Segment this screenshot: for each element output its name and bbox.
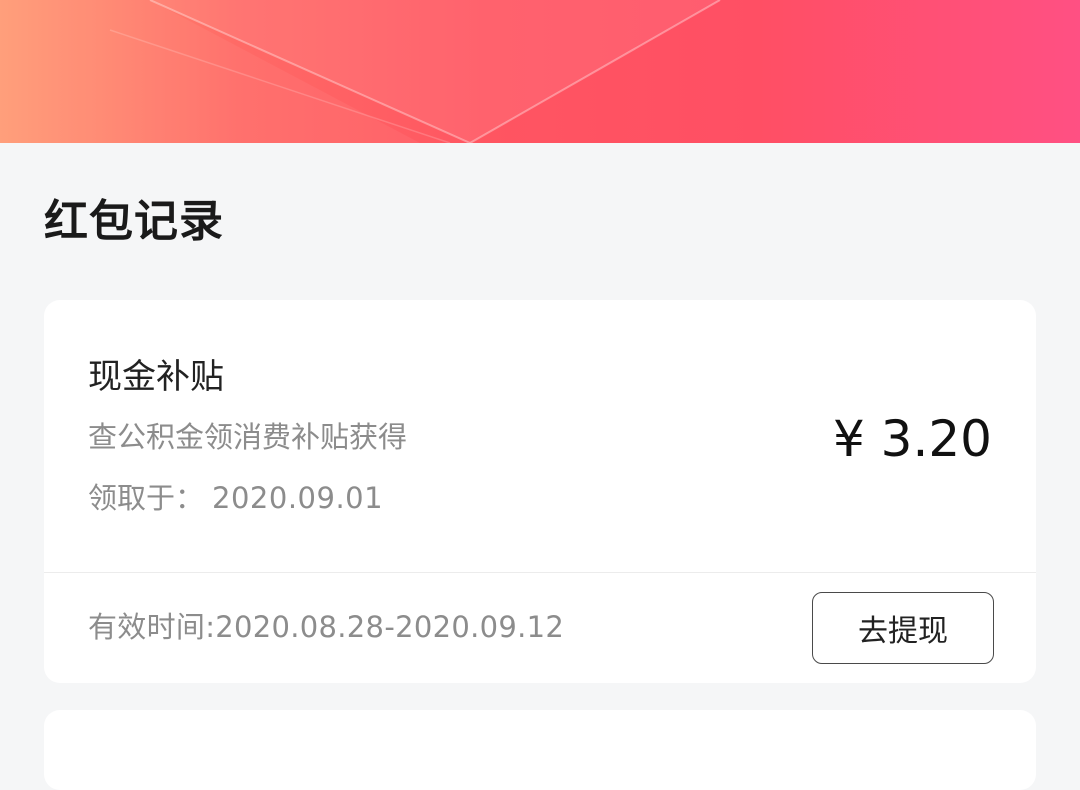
banner-decoration [0, 0, 721, 143]
record-amount: ¥ 3.20 [832, 410, 992, 468]
received-label: 领取于： [88, 481, 205, 515]
record-validity: 有效时间:2020.08.28-2020.09.12 [88, 610, 565, 644]
received-date-value: 2020.09.01 [212, 481, 384, 515]
next-record-card [44, 710, 1036, 790]
section-title: 红包记录 [44, 196, 224, 247]
red-packet-record-card: 现金补贴 查公积金领消费补贴获得 领取于： 2020.09.01 ¥ 3.20 有… [44, 300, 1036, 683]
card-divider [44, 572, 1036, 573]
withdraw-button[interactable]: 去提现 [812, 592, 994, 664]
header-banner [0, 0, 1080, 143]
record-received-date: 领取于： 2020.09.01 [88, 476, 383, 520]
record-title: 现金补贴 [88, 357, 224, 397]
record-description: 查公积金领消费补贴获得 [88, 420, 408, 454]
